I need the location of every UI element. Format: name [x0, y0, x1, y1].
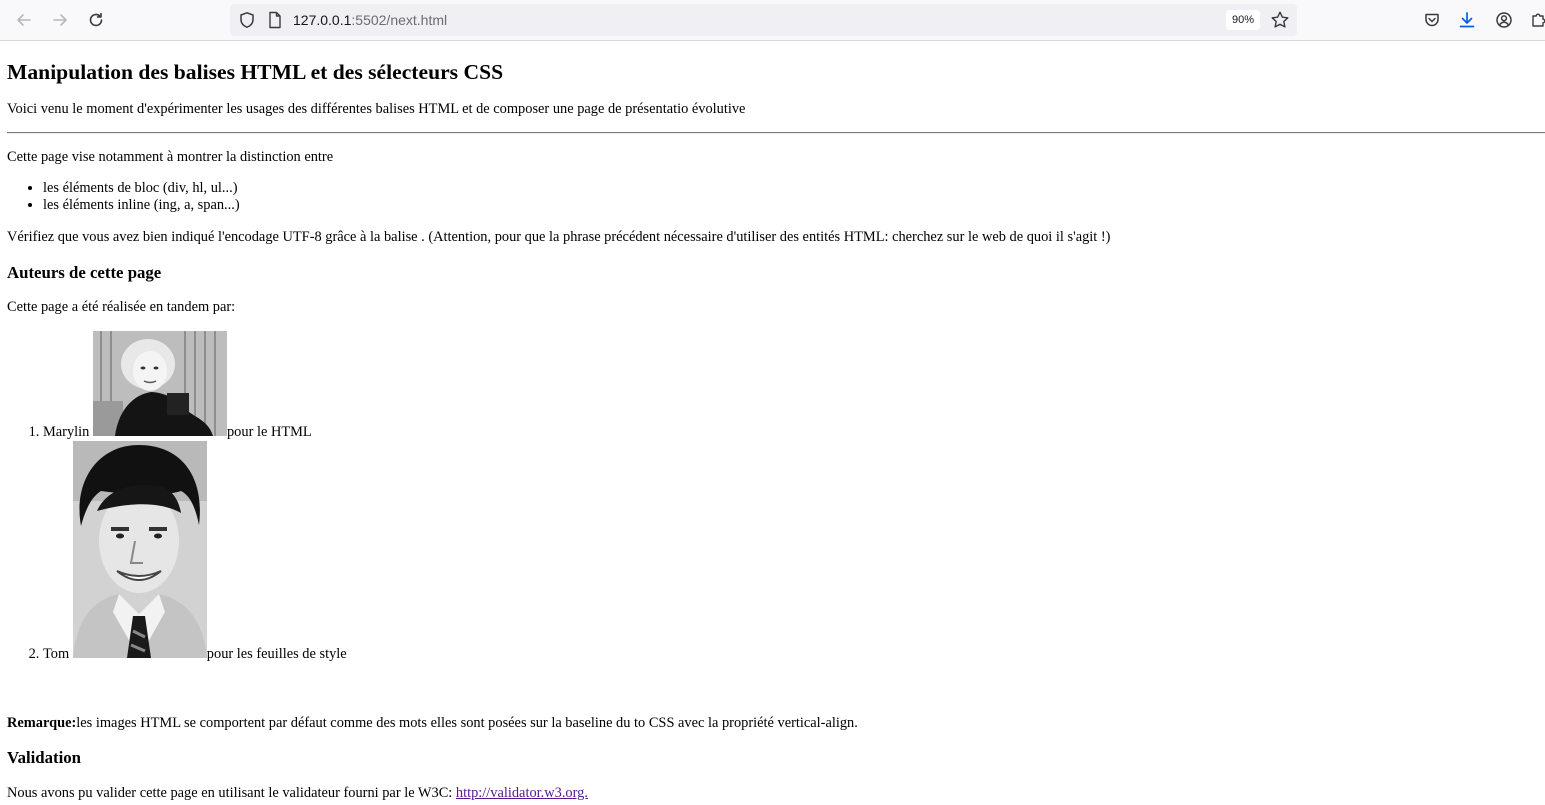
remark-paragraph: Remarque:les images HTML se comportent p…	[7, 715, 858, 732]
reload-button[interactable]	[82, 6, 110, 34]
element-kinds-list: les éléments de bloc (div, hl, ul...) le…	[7, 180, 240, 214]
author-item-tom: Tom pour les feuilles de s	[43, 441, 347, 663]
arrow-right-icon	[53, 14, 67, 26]
back-button[interactable]	[10, 6, 38, 34]
account-button[interactable]	[1490, 6, 1518, 34]
pocket-icon	[1425, 13, 1439, 27]
made-by-paragraph: Cette page a été réalisée en tandem par:	[7, 299, 236, 315]
account-icon	[1496, 12, 1512, 28]
validation-text: Nous avons pu valider cette page en util…	[7, 785, 456, 801]
remark-label: Remarque:	[7, 715, 77, 731]
downloads-button[interactable]	[1453, 6, 1481, 34]
author-role: pour le HTML	[226, 424, 312, 440]
remark-text: les images HTML se comportent par défaut…	[76, 715, 858, 731]
validation-heading: Validation	[7, 748, 81, 767]
url-host: 127.0.0.1	[293, 12, 352, 28]
author-role: pour les feuilles de style	[206, 646, 347, 662]
pocket-button[interactable]	[1418, 6, 1446, 34]
puzzle-icon	[1532, 13, 1545, 27]
authors-heading: Auteurs de cette page	[7, 263, 162, 282]
page-title: Manipulation des balises HTML et des sél…	[7, 60, 504, 84]
url-text[interactable]: 127.0.0.1:5502/next.html	[293, 12, 447, 28]
browser-toolbar: 127.0.0.1:5502/next.html 90%	[0, 0, 1545, 41]
validator-link[interactable]: http://validator.w3.org.	[456, 785, 588, 801]
intro-paragraph: Voici venu le moment d'expérimenter les …	[7, 101, 746, 117]
bookmark-star-icon[interactable]	[1270, 10, 1290, 30]
download-icon	[1459, 12, 1475, 28]
author-name: Marylin	[43, 424, 90, 440]
url-path: :5502/next.html	[351, 12, 448, 28]
authors-list: Marylin pour le HTML Tom	[7, 331, 347, 663]
list-item: les éléments de bloc (div, hl, ul...)	[43, 180, 240, 197]
arrow-left-icon	[17, 14, 31, 26]
reload-icon	[89, 12, 103, 27]
list-item: les éléments inline (ing, a, span...)	[43, 197, 240, 214]
page-icon[interactable]	[267, 11, 283, 29]
marylin-photo	[92, 331, 227, 436]
encoding-paragraph: Vérifiez que vous avez bien indiqué l'en…	[7, 229, 1111, 245]
tom-photo	[72, 441, 207, 658]
extensions-button[interactable]	[1525, 6, 1545, 34]
forward-button[interactable]	[46, 6, 74, 34]
shield-icon[interactable]	[238, 11, 256, 29]
horizontal-rule	[7, 132, 1545, 134]
validation-paragraph: Nous avons pu valider cette page en util…	[7, 785, 588, 802]
aim-paragraph: Cette page vise notamment à montrer la d…	[7, 149, 334, 165]
author-item-marylin: Marylin pour le HTML	[43, 331, 347, 441]
author-name: Tom	[43, 646, 70, 662]
zoom-level-button[interactable]: 90%	[1226, 10, 1260, 30]
address-bar[interactable]: 127.0.0.1:5502/next.html 90%	[230, 4, 1297, 36]
